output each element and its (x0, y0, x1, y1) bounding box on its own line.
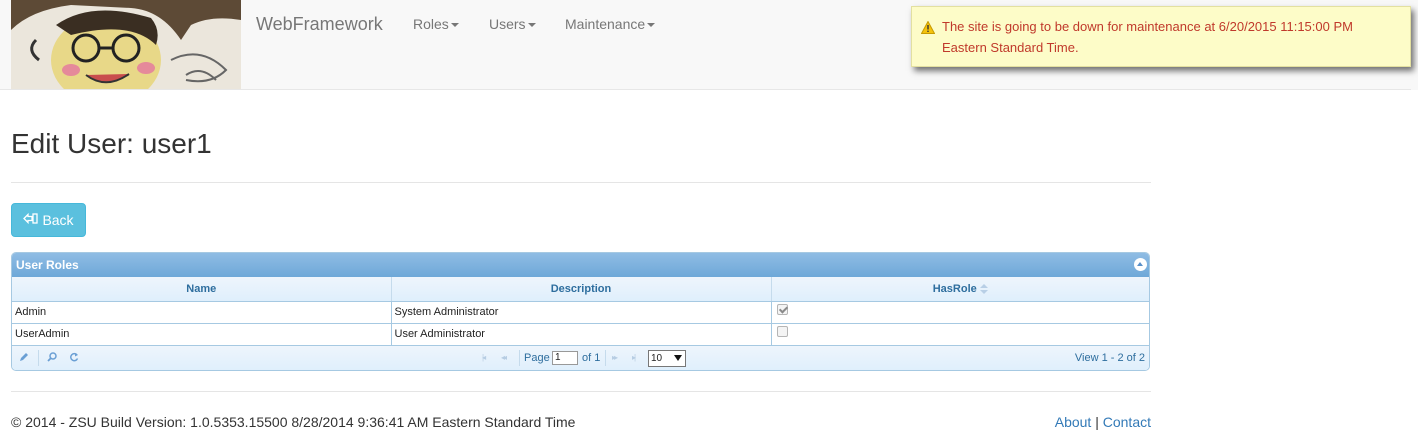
back-button-label: Back (42, 212, 74, 228)
pager-separator (605, 349, 606, 366)
page-count-label: of 1 (582, 351, 601, 364)
warning-icon (920, 19, 936, 40)
nav-menu-maintenance[interactable]: Maintenance (565, 16, 656, 32)
search-icon[interactable] (47, 351, 57, 365)
rows-per-page-select[interactable]: 10 (648, 349, 686, 367)
grid-pager: |◂ ◂◂ Page 1 of 1 ▸▸ ▸| 10 View 1 - 2 of… (12, 345, 1149, 370)
nav-menu-maintenance-label: Maintenance (565, 16, 646, 32)
pager-separator (38, 349, 39, 366)
next-page-icon[interactable]: ▸▸ (612, 353, 618, 362)
back-arrow-icon (23, 212, 39, 228)
rows-per-page-value: 10 (651, 352, 663, 364)
column-header-description[interactable]: Description (391, 277, 772, 302)
contact-link[interactable]: Contact (1103, 414, 1151, 430)
cell-hasrole (771, 323, 1149, 346)
divider (11, 182, 1151, 183)
page-label: Page (524, 351, 550, 364)
cell-name: Admin (12, 301, 392, 324)
footer-links: About | Contact (1055, 414, 1151, 430)
pager-separator (519, 349, 520, 366)
footer-link-separator: | (1095, 414, 1099, 430)
prev-page-icon[interactable]: ◂◂ (501, 353, 507, 362)
divider (11, 391, 1151, 392)
nav-menu-roles[interactable]: Roles (413, 16, 459, 32)
column-header-hasrole[interactable]: HasRole (771, 277, 1149, 302)
column-header-description-label: Description (550, 282, 612, 295)
last-page-icon[interactable]: ▸| (632, 353, 636, 362)
caret-down-icon (450, 23, 459, 28)
edit-icon[interactable] (19, 352, 29, 365)
page-title: Edit User: user1 (11, 128, 212, 159)
table-row[interactable]: Admin System Administrator (12, 301, 1149, 324)
column-header-name[interactable]: Name (12, 277, 392, 302)
dropdown-arrow-icon (674, 354, 682, 361)
first-page-icon[interactable]: |◂ (482, 353, 486, 362)
cell-name: UserAdmin (12, 323, 392, 346)
back-button[interactable]: Back (11, 203, 86, 237)
cell-hasrole (771, 301, 1149, 324)
nav-menu-users[interactable]: Users (489, 16, 536, 32)
cell-description: System Administrator (391, 301, 772, 324)
sort-icon (979, 283, 988, 294)
column-header-hasrole-label: HasRole (932, 282, 977, 295)
caret-down-icon (647, 23, 656, 28)
grid-header-row: Name Description HasRole (12, 277, 1149, 302)
column-header-name-label: Name (186, 282, 217, 295)
scrollbar[interactable] (1411, 0, 1418, 90)
hasrole-checkbox[interactable] (776, 325, 788, 337)
grid-caption-title: User Roles (16, 258, 79, 272)
nav-menu-roles-label: Roles (413, 16, 449, 32)
table-row[interactable]: UserAdmin User Administrator (12, 323, 1149, 346)
alert-message: The site is going to be down for mainten… (942, 19, 1353, 55)
collapse-icon[interactable] (1134, 258, 1147, 271)
refresh-icon[interactable] (69, 352, 79, 365)
footer-copyright: © 2014 - ZSU Build Version: 1.0.5353.155… (11, 414, 576, 430)
user-roles-grid: User Roles Name Description HasRole Admi… (11, 252, 1150, 371)
cell-description: User Administrator (391, 323, 772, 346)
about-link[interactable]: About (1055, 414, 1092, 430)
logo-image[interactable] (11, 0, 241, 89)
brand-link[interactable]: WebFramework (256, 14, 383, 35)
grid-table: Name Description HasRole Admin System Ad… (12, 277, 1149, 346)
maintenance-alert: The site is going to be down for mainten… (911, 6, 1411, 67)
grid-caption: User Roles (12, 253, 1149, 277)
caret-down-icon (527, 23, 536, 28)
page-number-input[interactable]: 1 (552, 350, 578, 365)
hasrole-checkbox-checked[interactable] (776, 303, 788, 315)
nav-menu-users-label: Users (489, 16, 526, 32)
view-records-info: View 1 - 2 of 2 (1074, 351, 1145, 364)
